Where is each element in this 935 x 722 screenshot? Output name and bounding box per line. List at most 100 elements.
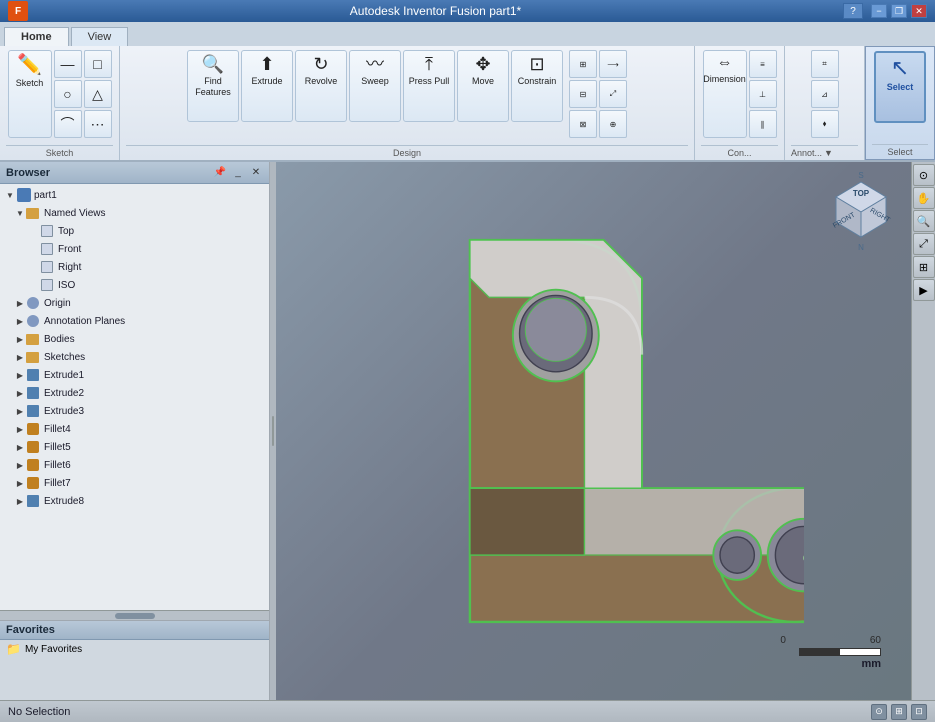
expand-sketches[interactable]: ▶ — [14, 351, 26, 363]
sketch-small-6[interactable]: ⋯ — [84, 110, 112, 138]
annot-small-2[interactable]: ⊥ — [749, 80, 777, 108]
tree-item-iso[interactable]: ISO — [0, 276, 269, 294]
tree-item-bodies[interactable]: ▶ Bodies — [0, 330, 269, 348]
expand-fillet4[interactable]: ▶ — [14, 423, 26, 435]
fillet7-icon — [26, 475, 42, 491]
select-button[interactable]: ↖ Select — [874, 51, 926, 123]
sketch-small-3[interactable]: ⌒ — [54, 110, 82, 138]
tree-item-part1[interactable]: ▼ part1 — [0, 186, 269, 204]
design-small-5[interactable]: ⤢ — [599, 80, 627, 108]
expand-annotation-planes[interactable]: ▶ — [14, 315, 26, 327]
browser-scrollbar[interactable] — [0, 610, 269, 620]
fillet5-label: Fillet5 — [44, 442, 71, 453]
annot-small-1[interactable]: ≡ — [749, 50, 777, 78]
expand-extrude2[interactable]: ▶ — [14, 387, 26, 399]
find-features-icon: 🔍 — [202, 55, 224, 73]
expand-fillet7[interactable]: ▶ — [14, 477, 26, 489]
design-small-4[interactable]: ⟶ — [599, 50, 627, 78]
viewcube[interactable]: TOP FRONT RIGHT N S — [821, 172, 901, 252]
browser-pin-btn[interactable]: 📌 — [213, 166, 227, 180]
sketch-small-5[interactable]: △ — [84, 80, 112, 108]
view-options-button[interactable]: ⊞ — [913, 256, 935, 278]
tab-view[interactable]: View — [71, 27, 129, 46]
my-favorites-icon: 📁 — [6, 642, 21, 656]
tree-item-fillet4[interactable]: ▶ Fillet4 — [0, 420, 269, 438]
fillet5-icon — [26, 439, 42, 455]
ribbon-group-select: ↖ Select Select — [865, 46, 935, 160]
browser-header: Browser 📌 _ ✕ — [0, 162, 269, 184]
sketch-small-1[interactable]: — — [54, 50, 82, 78]
annot-btn-3[interactable]: ⬧ — [811, 110, 839, 138]
expand-extrude3[interactable]: ▶ — [14, 405, 26, 417]
sketch-small-2[interactable]: ○ — [54, 80, 82, 108]
expand-fillet6[interactable]: ▶ — [14, 459, 26, 471]
tree-item-extrude3[interactable]: ▶ Extrude3 — [0, 402, 269, 420]
annot-btn-1[interactable]: ⌗ — [811, 50, 839, 78]
minimize-button[interactable]: − — [871, 4, 887, 18]
revolve-icon: ↻ — [313, 55, 328, 73]
render-button[interactable]: ▶ — [913, 279, 935, 301]
design-small-3[interactable]: ⊠ — [569, 110, 597, 138]
tree-item-fillet5[interactable]: ▶ Fillet5 — [0, 438, 269, 456]
status-icon-3[interactable]: ⊡ — [911, 704, 927, 720]
tree-item-annotation-planes[interactable]: ▶ Annotation Planes — [0, 312, 269, 330]
help-button[interactable]: ? — [843, 3, 863, 19]
extrude-button[interactable]: ⬆ Extrude — [241, 50, 293, 122]
tree-item-right[interactable]: Right — [0, 258, 269, 276]
constrain-button[interactable]: ⊡ Constrain — [511, 50, 563, 122]
expand-bodies[interactable]: ▶ — [14, 333, 26, 345]
expand-origin[interactable]: ▶ — [14, 297, 26, 309]
revolve-button[interactable]: ↻ Revolve — [295, 50, 347, 122]
fillet4-icon — [26, 421, 42, 437]
pan-button[interactable]: ✋ — [913, 187, 935, 209]
my-favorites-item[interactable]: 📁 My Favorites — [0, 640, 269, 658]
annot-btn-2[interactable]: ⊿ — [811, 80, 839, 108]
bodies-icon — [26, 331, 42, 347]
part1-icon — [16, 187, 32, 203]
tree-item-named-views[interactable]: ▼ Named Views — [0, 204, 269, 222]
tree-item-extrude1[interactable]: ▶ Extrude1 — [0, 366, 269, 384]
zoom-extents-button[interactable]: ⤢ — [913, 233, 935, 255]
tree-item-front[interactable]: Front — [0, 240, 269, 258]
design-small-1[interactable]: ⊞ — [569, 50, 597, 78]
expand-part1[interactable]: ▼ — [4, 189, 16, 201]
ab2-icon: ⊿ — [821, 90, 828, 99]
browser-close-btn[interactable]: ✕ — [249, 166, 263, 180]
annot-small-3[interactable]: ∥ — [749, 110, 777, 138]
browser-min-btn[interactable]: _ — [231, 166, 245, 180]
origin-icon — [26, 295, 42, 311]
dimension-button[interactable]: ⇔ Dimension — [703, 50, 747, 138]
press-pull-button[interactable]: ⤒ Press Pull — [403, 50, 455, 122]
status-icon-1[interactable]: ⊙ — [871, 704, 887, 720]
annotation-planes-label: Annotation Planes — [44, 316, 125, 327]
tree-item-fillet6[interactable]: ▶ Fillet6 — [0, 456, 269, 474]
sketch-button[interactable]: ✏️ Sketch — [8, 50, 52, 138]
tree-item-top[interactable]: Top — [0, 222, 269, 240]
design-small-2[interactable]: ⊟ — [569, 80, 597, 108]
find-features-button[interactable]: 🔍 Find Features — [187, 50, 239, 122]
expand-extrude8[interactable]: ▶ — [14, 495, 26, 507]
expand-named-views[interactable]: ▼ — [14, 207, 26, 219]
status-icon-2[interactable]: ⊞ — [891, 704, 907, 720]
tree-item-origin[interactable]: ▶ Origin — [0, 294, 269, 312]
ab3-icon: ⬧ — [823, 119, 827, 129]
viewport-3d[interactable]: TOP FRONT RIGHT N S — [276, 162, 911, 700]
move-button[interactable]: ✥ Move — [457, 50, 509, 122]
tab-home[interactable]: Home — [4, 27, 69, 46]
expand-fillet5[interactable]: ▶ — [14, 441, 26, 453]
design-small-6[interactable]: ⊕ — [599, 110, 627, 138]
close-button[interactable]: ✕ — [911, 4, 927, 18]
tree-item-extrude2[interactable]: ▶ Extrude2 — [0, 384, 269, 402]
tree-item-extrude8[interactable]: ▶ Extrude8 — [0, 492, 269, 510]
annot-dropdown-icon[interactable]: ▼ — [824, 148, 833, 158]
tree-item-fillet7[interactable]: ▶ Fillet7 — [0, 474, 269, 492]
sketch-small-4[interactable]: □ — [84, 50, 112, 78]
tree-item-sketches[interactable]: ▶ Sketches — [0, 348, 269, 366]
restore-button[interactable]: ❐ — [891, 4, 907, 18]
sweep-button[interactable]: 〰 Sweep — [349, 50, 401, 122]
browser-panel: Browser 📌 _ ✕ ▼ part1 ▼ Named Views — [0, 162, 270, 700]
expand-extrude1[interactable]: ▶ — [14, 369, 26, 381]
orbit-button[interactable]: ⊙ — [913, 164, 935, 186]
expand-right — [28, 261, 40, 273]
zoom-button[interactable]: 🔍 — [913, 210, 935, 232]
